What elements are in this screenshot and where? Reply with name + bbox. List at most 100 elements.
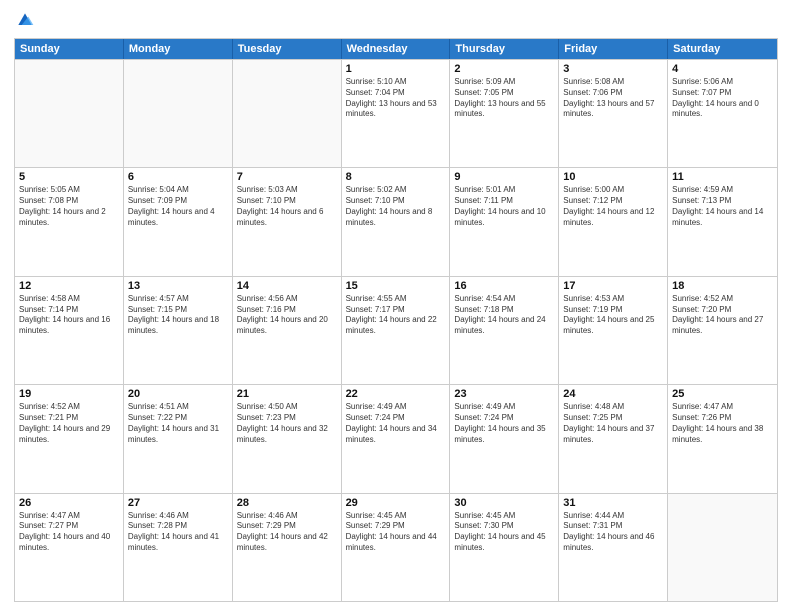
cell-info: Sunrise: 4:45 AM Sunset: 7:30 PM Dayligh…: [454, 511, 554, 554]
day-number: 29: [346, 497, 446, 509]
calendar-cell-2-3: 15 Sunrise: 4:55 AM Sunset: 7:17 PM Dayli…: [342, 277, 451, 384]
calendar-body: 1 Sunrise: 5:10 AM Sunset: 7:04 PM Daylig…: [15, 59, 777, 601]
day-number: 15: [346, 280, 446, 292]
day-number: 12: [19, 280, 119, 292]
cell-info: Sunrise: 4:52 AM Sunset: 7:20 PM Dayligh…: [672, 294, 773, 337]
calendar-header-row: Sunday Monday Tuesday Wednesday Thursday…: [15, 39, 777, 59]
calendar-cell-0-1: [124, 60, 233, 167]
day-number: 14: [237, 280, 337, 292]
calendar-cell-1-3: 8Sunrise: 5:02 AM Sunset: 7:10 PM Daylig…: [342, 168, 451, 275]
calendar-cell-3-4: 23 Sunrise: 4:49 AM Sunset: 7:24 PM Dayli…: [450, 385, 559, 492]
day-number: 21: [237, 388, 337, 400]
day-number: 9: [454, 171, 554, 183]
calendar-cell-0-3: 1 Sunrise: 5:10 AM Sunset: 7:04 PM Daylig…: [342, 60, 451, 167]
day-number: 20: [128, 388, 228, 400]
calendar-cell-1-5: 10Sunrise: 5:00 AM Sunset: 7:12 PM Dayli…: [559, 168, 668, 275]
day-number: 27: [128, 497, 228, 509]
header-saturday: Saturday: [668, 39, 777, 59]
cell-info: Sunrise: 5:01 AM Sunset: 7:11 PM Dayligh…: [454, 185, 554, 228]
calendar-cell-1-2: 7Sunrise: 5:03 AM Sunset: 7:10 PM Daylig…: [233, 168, 342, 275]
calendar-cell-3-6: 25 Sunrise: 4:47 AM Sunset: 7:26 PM Dayli…: [668, 385, 777, 492]
header-wednesday: Wednesday: [342, 39, 451, 59]
header: [14, 10, 778, 30]
cell-info: Sunrise: 5:00 AM Sunset: 7:12 PM Dayligh…: [563, 185, 663, 228]
calendar-cell-2-5: 17 Sunrise: 4:53 AM Sunset: 7:19 PM Dayli…: [559, 277, 668, 384]
calendar-cell-0-0: [15, 60, 124, 167]
logo-area: [14, 10, 35, 30]
cell-info: Sunrise: 5:02 AM Sunset: 7:10 PM Dayligh…: [346, 185, 446, 228]
calendar-cell-3-1: 20Sunrise: 4:51 AM Sunset: 7:22 PM Dayli…: [124, 385, 233, 492]
cell-info: Sunrise: 4:48 AM Sunset: 7:25 PM Dayligh…: [563, 402, 663, 445]
calendar-cell-4-5: 31Sunrise: 4:44 AM Sunset: 7:31 PM Dayli…: [559, 494, 668, 601]
cell-info: Sunrise: 4:47 AM Sunset: 7:27 PM Dayligh…: [19, 511, 119, 554]
cell-info: Sunrise: 4:46 AM Sunset: 7:29 PM Dayligh…: [237, 511, 337, 554]
calendar-week-0: 1 Sunrise: 5:10 AM Sunset: 7:04 PM Daylig…: [15, 59, 777, 167]
calendar-cell-4-0: 26 Sunrise: 4:47 AM Sunset: 7:27 PM Dayli…: [15, 494, 124, 601]
calendar-week-3: 19 Sunrise: 4:52 AM Sunset: 7:21 PM Dayli…: [15, 384, 777, 492]
cell-info: Sunrise: 4:54 AM Sunset: 7:18 PM Dayligh…: [454, 294, 554, 337]
day-number: 1: [346, 63, 446, 75]
cell-info: Sunrise: 4:50 AM Sunset: 7:23 PM Dayligh…: [237, 402, 337, 445]
cell-info: Sunrise: 4:44 AM Sunset: 7:31 PM Dayligh…: [563, 511, 663, 554]
cell-info: Sunrise: 5:09 AM Sunset: 7:05 PM Dayligh…: [454, 77, 554, 120]
calendar-week-2: 12Sunrise: 4:58 AM Sunset: 7:14 PM Dayli…: [15, 276, 777, 384]
header-monday: Monday: [124, 39, 233, 59]
day-number: 23: [454, 388, 554, 400]
calendar-week-4: 26 Sunrise: 4:47 AM Sunset: 7:27 PM Dayli…: [15, 493, 777, 601]
calendar-cell-4-4: 30 Sunrise: 4:45 AM Sunset: 7:30 PM Dayli…: [450, 494, 559, 601]
day-number: 28: [237, 497, 337, 509]
cell-info: Sunrise: 4:52 AM Sunset: 7:21 PM Dayligh…: [19, 402, 119, 445]
cell-info: Sunrise: 4:57 AM Sunset: 7:15 PM Dayligh…: [128, 294, 228, 337]
cell-info: Sunrise: 4:47 AM Sunset: 7:26 PM Dayligh…: [672, 402, 773, 445]
day-number: 25: [672, 388, 773, 400]
cell-info: Sunrise: 4:49 AM Sunset: 7:24 PM Dayligh…: [454, 402, 554, 445]
day-number: 6: [128, 171, 228, 183]
calendar-cell-4-3: 29 Sunrise: 4:45 AM Sunset: 7:29 PM Dayli…: [342, 494, 451, 601]
day-number: 17: [563, 280, 663, 292]
day-number: 26: [19, 497, 119, 509]
calendar-cell-0-4: 2 Sunrise: 5:09 AM Sunset: 7:05 PM Daylig…: [450, 60, 559, 167]
calendar-cell-1-1: 6 Sunrise: 5:04 AM Sunset: 7:09 PM Daylig…: [124, 168, 233, 275]
cell-info: Sunrise: 4:53 AM Sunset: 7:19 PM Dayligh…: [563, 294, 663, 337]
cell-info: Sunrise: 5:04 AM Sunset: 7:09 PM Dayligh…: [128, 185, 228, 228]
day-number: 19: [19, 388, 119, 400]
day-number: 5: [19, 171, 119, 183]
header-tuesday: Tuesday: [233, 39, 342, 59]
cell-info: Sunrise: 4:45 AM Sunset: 7:29 PM Dayligh…: [346, 511, 446, 554]
calendar-cell-2-2: 14 Sunrise: 4:56 AM Sunset: 7:16 PM Dayli…: [233, 277, 342, 384]
cell-info: Sunrise: 4:46 AM Sunset: 7:28 PM Dayligh…: [128, 511, 228, 554]
header-sunday: Sunday: [15, 39, 124, 59]
calendar-cell-2-6: 18 Sunrise: 4:52 AM Sunset: 7:20 PM Dayli…: [668, 277, 777, 384]
cell-info: Sunrise: 4:49 AM Sunset: 7:24 PM Dayligh…: [346, 402, 446, 445]
calendar-cell-0-5: 3Sunrise: 5:08 AM Sunset: 7:06 PM Daylig…: [559, 60, 668, 167]
calendar-cell-2-1: 13 Sunrise: 4:57 AM Sunset: 7:15 PM Dayli…: [124, 277, 233, 384]
cell-info: Sunrise: 5:05 AM Sunset: 7:08 PM Dayligh…: [19, 185, 119, 228]
header-thursday: Thursday: [450, 39, 559, 59]
day-number: 16: [454, 280, 554, 292]
day-number: 22: [346, 388, 446, 400]
calendar-cell-4-2: 28 Sunrise: 4:46 AM Sunset: 7:29 PM Dayli…: [233, 494, 342, 601]
day-number: 3: [563, 63, 663, 75]
cell-info: Sunrise: 4:56 AM Sunset: 7:16 PM Dayligh…: [237, 294, 337, 337]
calendar-week-1: 5 Sunrise: 5:05 AM Sunset: 7:08 PM Daylig…: [15, 167, 777, 275]
day-number: 30: [454, 497, 554, 509]
day-number: 2: [454, 63, 554, 75]
calendar: Sunday Monday Tuesday Wednesday Thursday…: [14, 38, 778, 602]
calendar-cell-1-0: 5 Sunrise: 5:05 AM Sunset: 7:08 PM Daylig…: [15, 168, 124, 275]
calendar-cell-3-2: 21 Sunrise: 4:50 AM Sunset: 7:23 PM Dayli…: [233, 385, 342, 492]
day-number: 13: [128, 280, 228, 292]
calendar-cell-3-3: 22 Sunrise: 4:49 AM Sunset: 7:24 PM Dayli…: [342, 385, 451, 492]
calendar-cell-0-6: 4 Sunrise: 5:06 AM Sunset: 7:07 PM Daylig…: [668, 60, 777, 167]
calendar-cell-4-1: 27 Sunrise: 4:46 AM Sunset: 7:28 PM Dayli…: [124, 494, 233, 601]
cell-info: Sunrise: 4:55 AM Sunset: 7:17 PM Dayligh…: [346, 294, 446, 337]
day-number: 4: [672, 63, 773, 75]
cell-info: Sunrise: 5:06 AM Sunset: 7:07 PM Dayligh…: [672, 77, 773, 120]
day-number: 18: [672, 280, 773, 292]
cell-info: Sunrise: 4:59 AM Sunset: 7:13 PM Dayligh…: [672, 185, 773, 228]
day-number: 24: [563, 388, 663, 400]
logo-icon: [15, 10, 35, 30]
calendar-cell-2-4: 16 Sunrise: 4:54 AM Sunset: 7:18 PM Dayli…: [450, 277, 559, 384]
calendar-cell-3-0: 19 Sunrise: 4:52 AM Sunset: 7:21 PM Dayli…: [15, 385, 124, 492]
cell-info: Sunrise: 5:10 AM Sunset: 7:04 PM Dayligh…: [346, 77, 446, 120]
header-friday: Friday: [559, 39, 668, 59]
